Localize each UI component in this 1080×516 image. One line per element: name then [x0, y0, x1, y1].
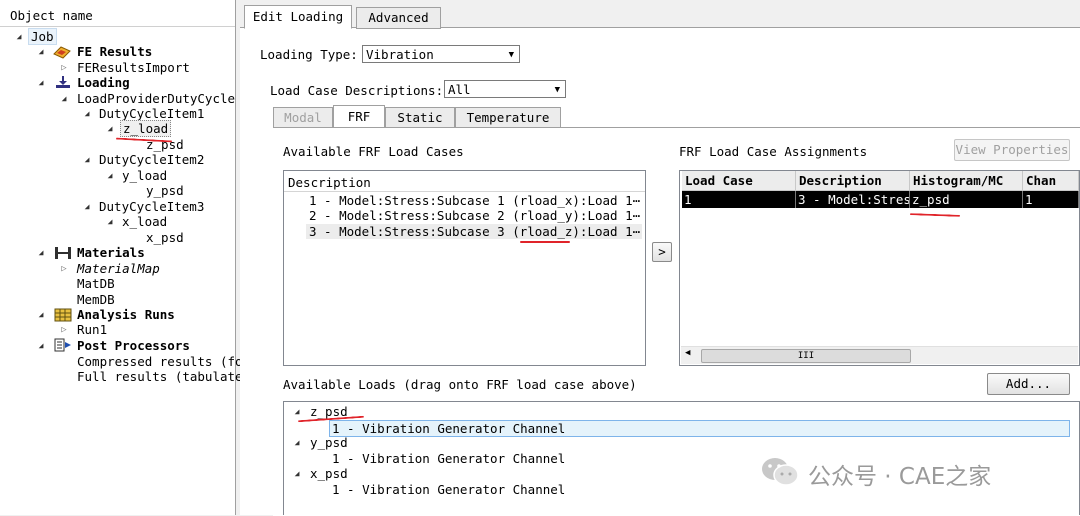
load-case-desc-value: All: [448, 82, 471, 97]
channel-column-header[interactable]: Chan: [1023, 171, 1079, 191]
load-group-x-psd[interactable]: x_psd: [310, 466, 348, 481]
tree-column-header[interactable]: Object name: [0, 0, 235, 27]
histogram-column-header[interactable]: Histogram/MC: [910, 171, 1023, 191]
tree-node-memdb[interactable]: MemDB: [77, 292, 115, 308]
expand-arrow-icon[interactable]: [105, 214, 115, 230]
expand-arrow-icon[interactable]: [36, 44, 46, 60]
tree-header-label: Object name: [10, 8, 93, 23]
assignment-description-cell[interactable]: 3 - Model:Stres: [796, 191, 910, 208]
expand-arrow-icon[interactable]: [82, 199, 92, 215]
tab-static[interactable]: Static: [385, 107, 455, 129]
tree-node-compressed-results[interactable]: Compressed results (fo: [77, 354, 243, 370]
load-case-desc-select[interactable]: All ▼: [444, 80, 566, 98]
tree-node-full-results[interactable]: Full results (tabulate: [77, 369, 243, 385]
expand-arrow-icon[interactable]: [36, 75, 46, 91]
loading-icon: [56, 76, 70, 88]
expand-arrow-icon[interactable]: [292, 404, 302, 420]
expand-arrow-icon[interactable]: [59, 91, 69, 107]
assignment-channel-cell[interactable]: 1: [1023, 191, 1079, 208]
chevron-down-icon: ▼: [508, 50, 514, 60]
expand-arrow-icon[interactable]: [36, 245, 46, 261]
tree-node-material-map[interactable]: MaterialMap: [77, 261, 160, 277]
loading-type-value: Vibration: [366, 47, 434, 62]
assignment-histogram-cell[interactable]: z_psd: [910, 191, 1023, 208]
frf-case-row[interactable]: 1 - Model:Stress:Subcase 1 (rload_x):Loa…: [309, 193, 640, 208]
analysis-runs-icon: [54, 308, 72, 322]
horizontal-scrollbar[interactable]: ◀ III: [681, 346, 1078, 364]
view-properties-button[interactable]: View Properties: [954, 139, 1070, 161]
expand-arrow-icon[interactable]: [292, 435, 302, 451]
red-annotation-underline: [520, 241, 570, 243]
load-item[interactable]: 1 - Vibration Generator Channel: [332, 451, 565, 466]
frf-case-row-selected[interactable]: 3 - Model:Stress:Subcase 3 (rload_z):Loa…: [306, 224, 642, 239]
assign-arrow-button[interactable]: >: [652, 242, 672, 262]
materials-icon: [55, 247, 71, 259]
tab-edit-loading[interactable]: Edit Loading: [244, 5, 352, 29]
tab-modal[interactable]: Modal: [273, 107, 333, 129]
tree-node-duty-cycle-3[interactable]: DutyCycleItem3: [99, 199, 204, 215]
assignment-load-case-cell[interactable]: 1: [682, 191, 796, 208]
expand-arrow-icon[interactable]: [36, 307, 46, 323]
load-case-column-header[interactable]: Load Case: [682, 171, 796, 191]
tab-advanced[interactable]: Advanced: [356, 7, 441, 29]
tree-node-matdb[interactable]: MatDB: [77, 276, 115, 292]
expand-arrow-icon[interactable]: [82, 152, 92, 168]
expand-arrow-icon[interactable]: [82, 106, 92, 122]
object-tree-panel: Object name Job FE Results FEResultsImpo…: [0, 0, 243, 515]
tree-node-y-load[interactable]: y_load: [122, 168, 167, 184]
available-frf-title: Available FRF Load Cases: [283, 144, 464, 159]
expand-arrow-icon[interactable]: [105, 121, 115, 137]
tree-node-job[interactable]: Job: [28, 28, 57, 45]
collapsed-arrow-icon[interactable]: [59, 60, 69, 76]
tree-node-duty-cycle-2[interactable]: DutyCycleItem2: [99, 152, 204, 168]
tree-node-materials[interactable]: Materials: [77, 245, 145, 261]
scrollbar-thumb[interactable]: III: [701, 349, 911, 363]
load-item-selected[interactable]: 1 - Vibration Generator Channel: [329, 420, 1070, 437]
expand-arrow-icon[interactable]: [14, 29, 24, 45]
expand-arrow-icon[interactable]: [36, 338, 46, 354]
fe-results-icon: [53, 46, 71, 59]
tree-node-z-psd[interactable]: z_psd: [146, 137, 184, 153]
expand-arrow-icon[interactable]: [105, 168, 115, 184]
watermark-text: 公众号 · CAE之家: [808, 464, 992, 490]
assignments-grid[interactable]: Load Case Description Histogram/MC Chan …: [679, 170, 1080, 366]
description-column-header[interactable]: Description: [796, 171, 910, 191]
tree-node-load-provider[interactable]: LoadProviderDutyCycle: [77, 91, 235, 107]
assignments-title: FRF Load Case Assignments: [679, 144, 868, 159]
loading-type-select[interactable]: Vibration ▼: [362, 45, 520, 63]
post-processors-icon: [54, 338, 71, 352]
tree-node-analysis-runs[interactable]: Analysis Runs: [77, 307, 175, 323]
chevron-down-icon: ▼: [554, 85, 560, 95]
load-case-desc-label: Load Case Descriptions:: [270, 83, 444, 98]
load-group-y-psd[interactable]: y_psd: [310, 435, 348, 450]
available-loads-title: Available Loads (drag onto FRF load case…: [283, 377, 637, 392]
tree-node-run1[interactable]: Run1: [77, 322, 107, 338]
tree-node-fe-results-import[interactable]: FEResultsImport: [77, 60, 190, 76]
collapsed-arrow-icon[interactable]: [59, 261, 69, 277]
tab-frf[interactable]: FRF: [333, 105, 385, 129]
scroll-grip: III: [797, 351, 815, 361]
tab-temperature[interactable]: Temperature: [455, 107, 561, 129]
expand-arrow-icon[interactable]: [292, 466, 302, 482]
wechat-logo-icon: [762, 458, 799, 486]
available-frf-header[interactable]: Description: [284, 171, 645, 192]
scroll-left-icon[interactable]: ◀: [685, 348, 690, 358]
loading-type-label: Loading Type:: [260, 47, 358, 62]
frf-case-row[interactable]: 2 - Model:Stress:Subcase 2 (rload_y):Loa…: [309, 208, 640, 223]
add-load-button[interactable]: Add...: [987, 373, 1070, 395]
tree-node-loading[interactable]: Loading: [77, 75, 130, 91]
description-column-header: Description: [288, 175, 371, 190]
load-item[interactable]: 1 - Vibration Generator Channel: [332, 482, 565, 497]
collapsed-arrow-icon[interactable]: [59, 322, 69, 338]
available-frf-list[interactable]: Description 1 - Model:Stress:Subcase 1 (…: [283, 170, 646, 366]
tree-node-post-processors[interactable]: Post Processors: [77, 338, 190, 354]
tree-node-z-load[interactable]: z_load: [120, 120, 172, 137]
tree-node-x-psd[interactable]: x_psd: [146, 230, 184, 246]
tree-node-fe-results[interactable]: FE Results: [77, 44, 152, 60]
tree-node-x-load[interactable]: x_load: [122, 214, 167, 230]
tree-node-y-psd[interactable]: y_psd: [146, 183, 184, 199]
